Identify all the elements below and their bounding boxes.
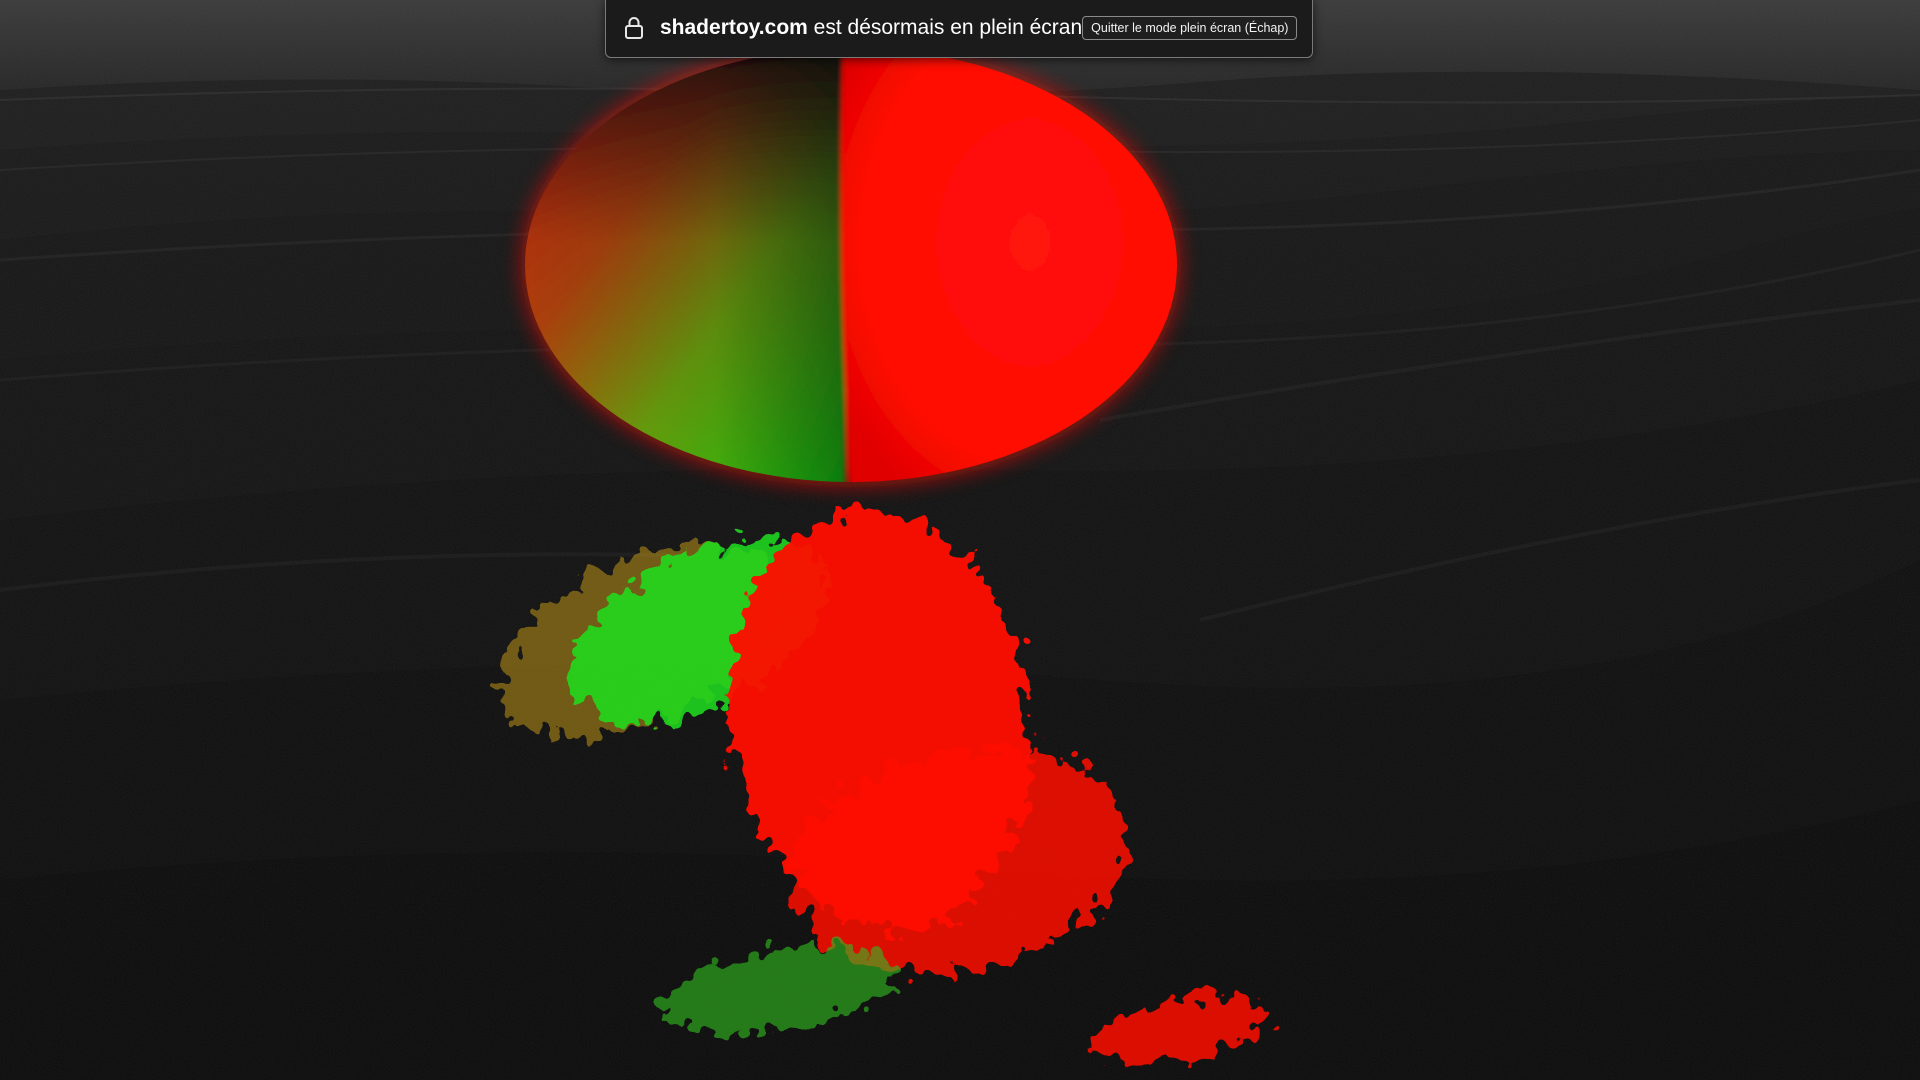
banner-domain: shadertoy.com bbox=[660, 15, 808, 39]
exit-fullscreen-button[interactable]: Quitter le mode plein écran (Échap) bbox=[1082, 15, 1298, 40]
fullscreen-viewport: shadertoy.com est désormais en plein écr… bbox=[0, 0, 1920, 1080]
fullscreen-message: shadertoy.com est désormais en plein écr… bbox=[660, 16, 1082, 40]
lock-icon bbox=[624, 15, 644, 41]
fullscreen-notification-banner: shadertoy.com est désormais en plein écr… bbox=[605, 0, 1313, 58]
shader-render-canvas bbox=[0, 0, 1920, 1080]
banner-message-text: est désormais en plein écran bbox=[807, 15, 1083, 39]
